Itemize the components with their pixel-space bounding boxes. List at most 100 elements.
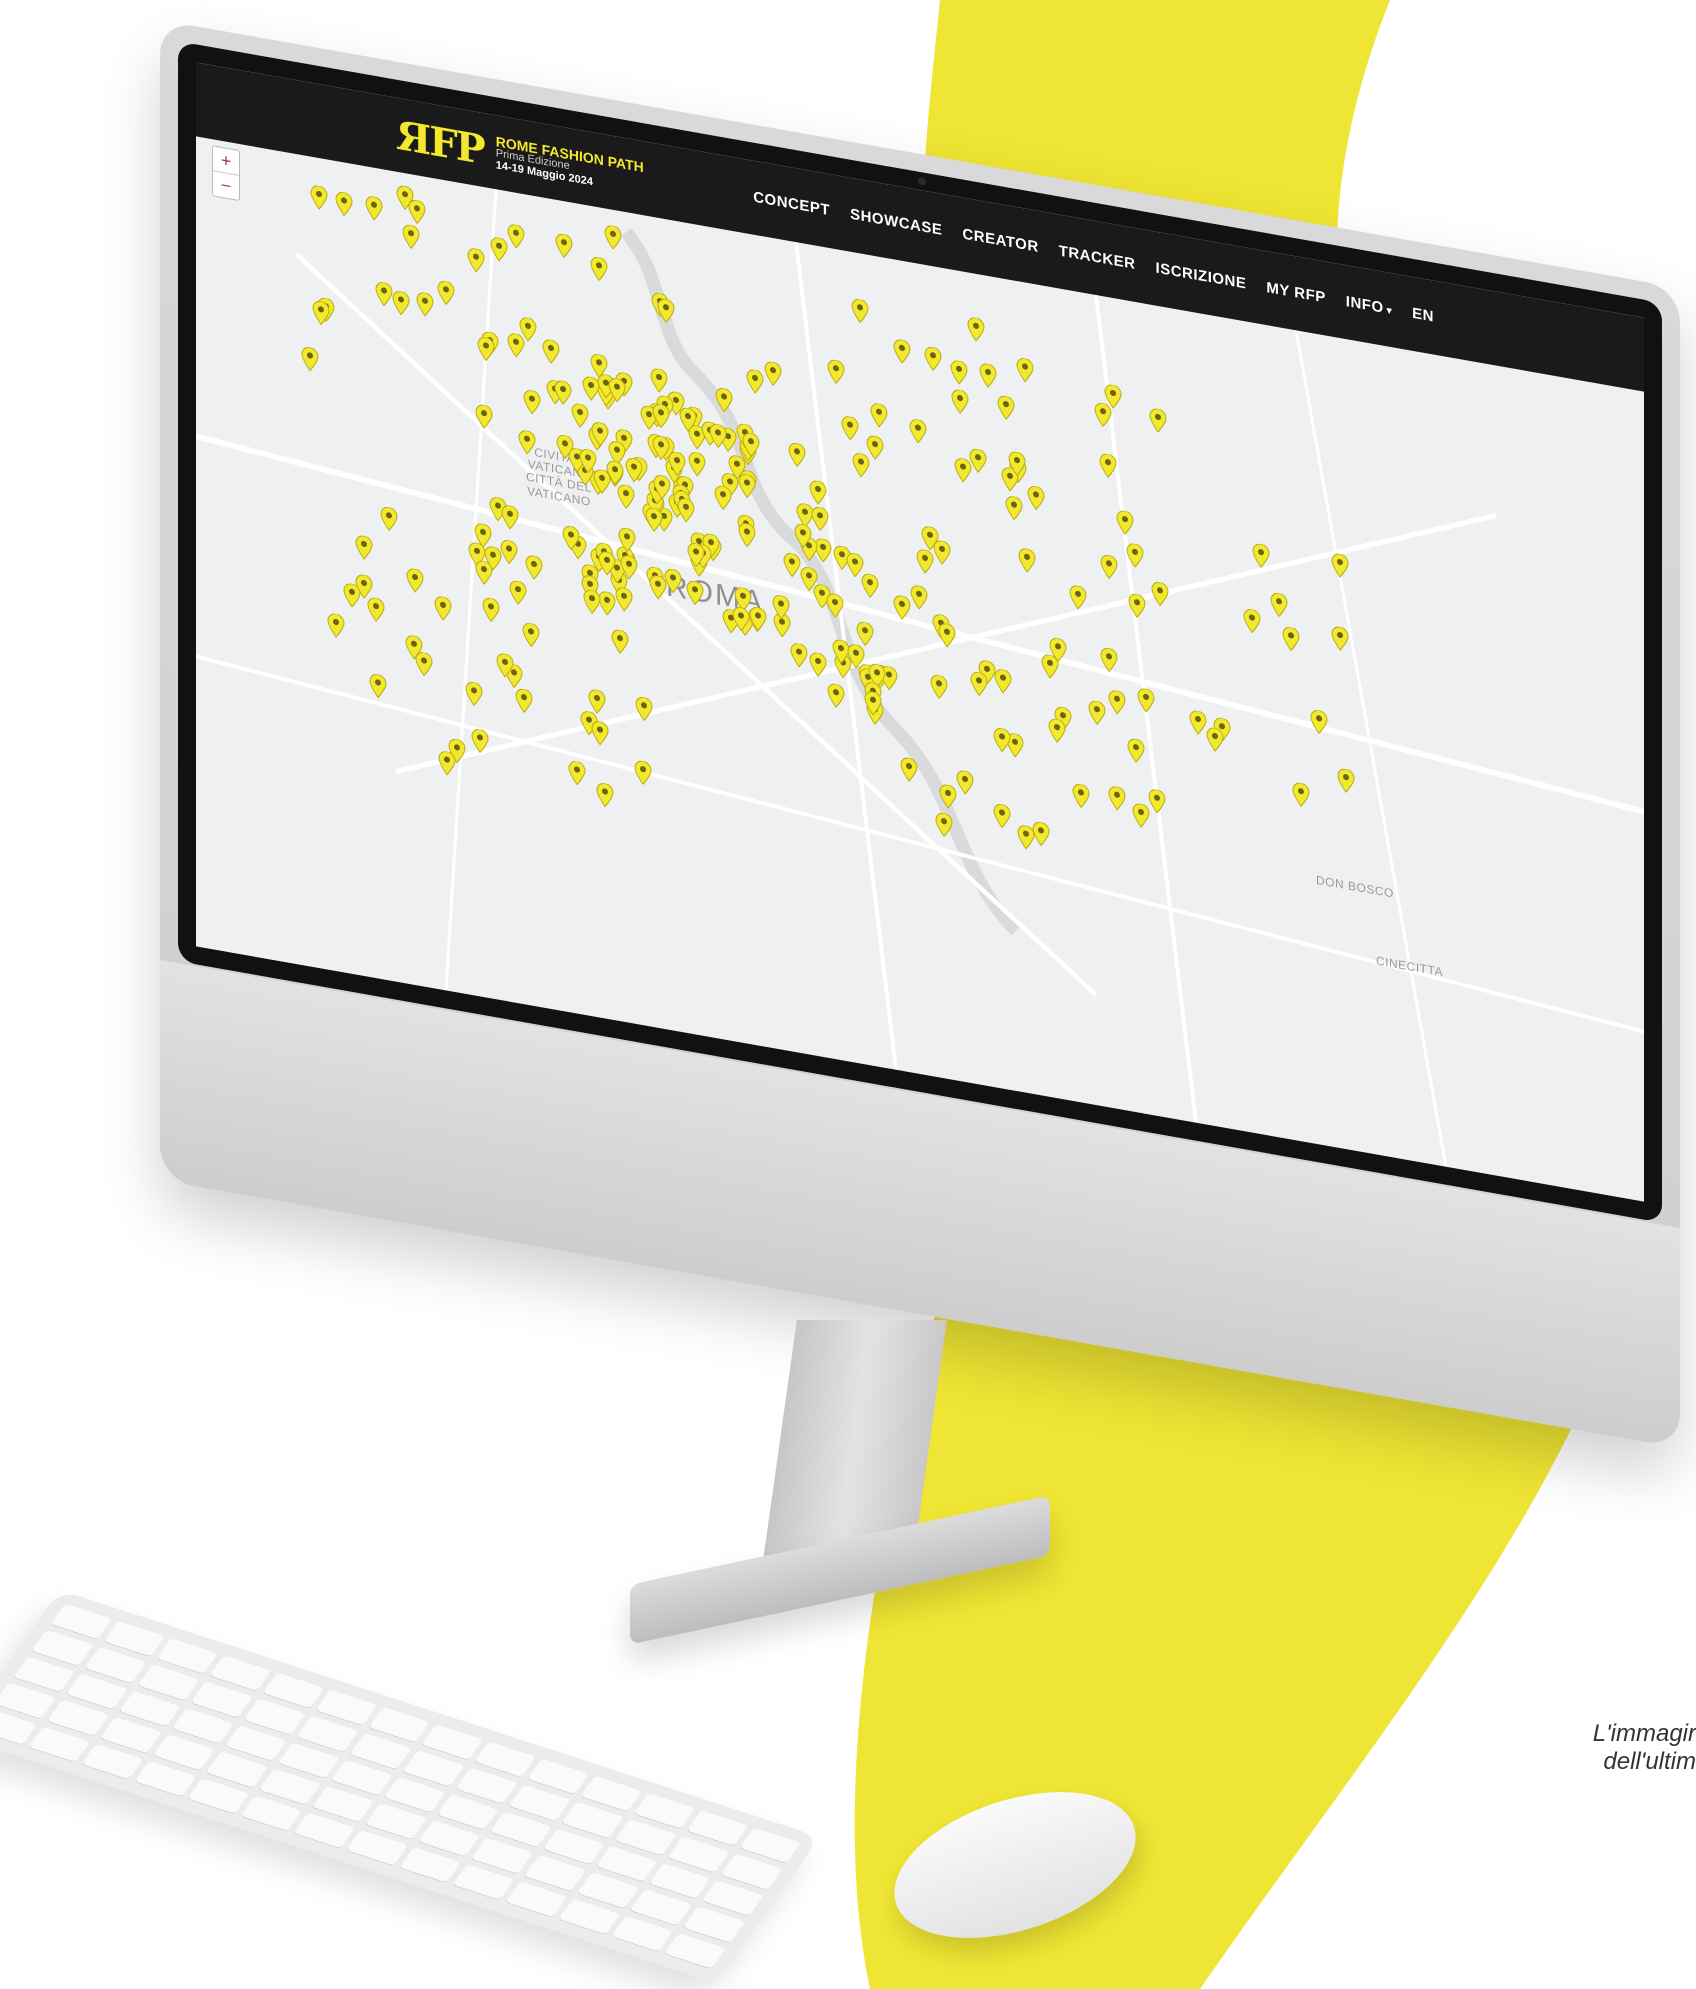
map-pin-icon[interactable] — [406, 568, 424, 595]
map-pin-icon[interactable] — [956, 769, 974, 796]
map-pin-icon[interactable] — [634, 759, 652, 786]
map-pin-icon[interactable] — [542, 338, 560, 365]
map-pin-icon[interactable] — [1337, 768, 1355, 795]
map-pin-icon[interactable] — [916, 548, 934, 575]
map-pin-icon[interactable] — [910, 584, 928, 611]
map-pin-icon[interactable] — [1108, 689, 1126, 716]
map-pin-icon[interactable] — [1099, 453, 1117, 480]
map-pin-icon[interactable] — [380, 506, 398, 533]
map-pin-icon[interactable] — [993, 803, 1011, 830]
map-pin-icon[interactable] — [1282, 626, 1300, 653]
map-pin-icon[interactable] — [590, 353, 608, 380]
nav-tracker[interactable]: TRACKER — [1059, 242, 1136, 273]
map-pin-icon[interactable] — [921, 525, 939, 552]
map-pin-icon[interactable] — [764, 361, 782, 388]
map-pin-icon[interactable] — [679, 407, 697, 434]
map-pin-icon[interactable] — [687, 542, 705, 569]
map-pin-icon[interactable] — [688, 451, 706, 478]
map-pin-icon[interactable] — [856, 620, 874, 647]
map-pin-icon[interactable] — [598, 550, 616, 577]
map-pin-icon[interactable] — [568, 760, 586, 787]
map-pin-icon[interactable] — [1331, 553, 1349, 580]
map-pin-icon[interactable] — [1127, 738, 1145, 765]
map-pin-icon[interactable] — [950, 360, 968, 387]
map-pin-icon[interactable] — [788, 442, 806, 469]
map-pin-icon[interactable] — [375, 281, 393, 308]
map-pin-icon[interactable] — [1252, 542, 1270, 569]
map-pin-icon[interactable] — [652, 402, 670, 429]
map-pin-icon[interactable] — [1008, 451, 1026, 478]
map-pin-icon[interactable] — [1100, 646, 1118, 673]
map-pin-icon[interactable] — [938, 622, 956, 649]
map-pin-icon[interactable] — [591, 421, 609, 448]
map-pin-icon[interactable] — [596, 782, 614, 809]
map-pin-icon[interactable] — [434, 595, 452, 622]
map-pin-icon[interactable] — [334, 190, 353, 217]
map-pin-icon[interactable] — [1018, 547, 1036, 574]
map-pin-icon[interactable] — [1331, 625, 1349, 652]
map-pin-icon[interactable] — [365, 195, 383, 222]
map-pin-icon[interactable] — [618, 527, 636, 554]
map-pin-icon[interactable] — [899, 757, 918, 784]
map-pin-icon[interactable] — [518, 430, 536, 457]
nav-language[interactable]: EN — [1412, 305, 1434, 326]
map-pin-icon[interactable] — [1137, 687, 1155, 714]
map-pin-icon[interactable] — [1088, 700, 1106, 727]
map-pin-icon[interactable] — [310, 184, 328, 211]
map-pin-icon[interactable] — [811, 506, 829, 533]
map-pin-icon[interactable] — [1108, 786, 1126, 813]
map-pin-icon[interactable] — [852, 452, 870, 479]
map-pin-icon[interactable] — [1069, 584, 1087, 611]
map-pin-icon[interactable] — [402, 224, 420, 251]
map-pin-icon[interactable] — [507, 332, 525, 359]
map-pin-icon[interactable] — [664, 568, 682, 595]
map-pin-icon[interactable] — [608, 377, 626, 404]
map-pin-icon[interactable] — [783, 552, 801, 579]
map-pin-icon[interactable] — [484, 545, 502, 572]
map-pin-icon[interactable] — [554, 380, 572, 407]
map-pin-icon[interactable] — [738, 522, 756, 549]
map-pin-icon[interactable] — [355, 574, 373, 601]
map-pin-icon[interactable] — [749, 606, 767, 633]
map-pin-icon[interactable] — [437, 279, 455, 306]
map-pin-icon[interactable] — [620, 554, 638, 581]
map-pin-icon[interactable] — [993, 726, 1011, 753]
map-pin-icon[interactable] — [746, 369, 764, 396]
nav-showcase[interactable]: SHOWCASE — [850, 206, 942, 239]
map-pin-icon[interactable] — [591, 720, 609, 747]
map-pin-icon[interactable] — [1148, 788, 1166, 815]
map-pin-icon[interactable] — [827, 359, 845, 386]
map-pin-icon[interactable] — [611, 628, 629, 655]
map-pin-icon[interactable] — [893, 338, 911, 365]
map-pin-icon[interactable] — [1151, 581, 1169, 608]
map-pin-icon[interactable] — [1072, 782, 1090, 809]
map-pin-icon[interactable] — [590, 256, 608, 283]
map-pin-icon[interactable] — [686, 580, 704, 607]
map-pin-icon[interactable] — [870, 402, 888, 429]
map-pin-icon[interactable] — [1243, 608, 1261, 635]
map-pin-icon[interactable] — [677, 498, 695, 525]
map-pin-icon[interactable] — [522, 622, 540, 649]
map-pin-icon[interactable] — [1016, 357, 1034, 384]
map-pin-icon[interactable] — [556, 434, 574, 461]
map-pin-icon[interactable] — [794, 523, 812, 550]
map-pin-icon[interactable] — [714, 485, 732, 512]
map-pin-icon[interactable] — [525, 554, 543, 581]
map-pin-icon[interactable] — [477, 336, 495, 363]
map-pin-icon[interactable] — [893, 594, 911, 621]
map-pin-icon[interactable] — [1310, 708, 1328, 735]
map-pin-icon[interactable] — [864, 690, 882, 717]
map-pin-icon[interactable] — [471, 728, 489, 755]
map-pin-icon[interactable] — [738, 473, 756, 500]
map-pin-icon[interactable] — [405, 634, 423, 661]
map-pin-icon[interactable] — [1128, 592, 1146, 619]
map-pin-icon[interactable] — [979, 363, 997, 390]
map-pin-icon[interactable] — [355, 534, 373, 561]
nav-concept[interactable]: CONCEPT — [753, 189, 830, 220]
map-pin-icon[interactable] — [1126, 543, 1144, 570]
map-pin-icon[interactable] — [951, 388, 969, 415]
map-pin-icon[interactable] — [653, 474, 671, 501]
map-pin-icon[interactable] — [465, 681, 483, 708]
map-pin-icon[interactable] — [994, 668, 1012, 695]
map-pin-icon[interactable] — [954, 457, 972, 484]
